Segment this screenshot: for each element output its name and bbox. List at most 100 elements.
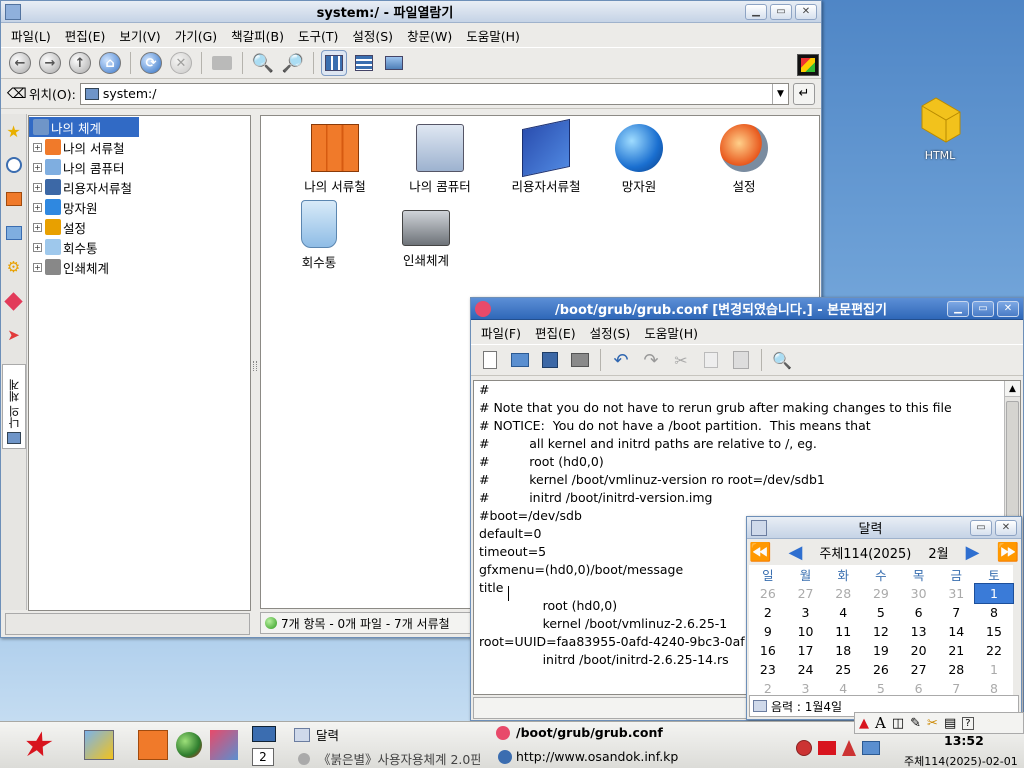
reload-button[interactable]: ⟳	[138, 50, 164, 76]
menu-view[interactable]: 보기(V)	[113, 24, 166, 47]
menu-tools[interactable]: 도구(T)	[292, 24, 344, 47]
month-label[interactable]: 2월	[928, 543, 948, 562]
quicklaunch-folder[interactable]	[138, 730, 168, 760]
input-method-icon[interactable]	[842, 740, 856, 756]
calendar-day[interactable]: 27	[787, 584, 825, 603]
services-tab[interactable]: ⚙	[1, 250, 26, 284]
prev-year-icon[interactable]: ⏪	[749, 542, 771, 563]
menu-go[interactable]: 가기(G)	[169, 24, 223, 47]
expand-toggle[interactable]: +	[33, 242, 42, 252]
year-label[interactable]: 주체114(2025)	[819, 543, 911, 562]
calendar-day[interactable]: 26	[749, 584, 787, 603]
calendar-day[interactable]: 3	[787, 603, 825, 622]
folder-item[interactable]: 리용자서류철	[496, 118, 596, 195]
home-folder-tab[interactable]	[1, 182, 26, 216]
calendar-day[interactable]: 4	[824, 603, 862, 622]
redo-button[interactable]: ↷	[638, 347, 664, 373]
menu-help[interactable]: 도움말(H)	[460, 24, 526, 47]
calendar-day[interactable]: 19	[862, 641, 900, 660]
network-connection-icon[interactable]	[862, 741, 880, 755]
expand-toggle[interactable]: +	[33, 222, 42, 232]
task-browser[interactable]: http://www.osandok.inf.kp	[498, 749, 688, 764]
folder-item[interactable]: 회수통	[269, 200, 369, 271]
maximize-button[interactable]: ▭	[972, 300, 994, 317]
calendar-day[interactable]: 11	[824, 622, 862, 641]
zoom-in-button[interactable]: 🔍	[250, 50, 276, 76]
calendar-day[interactable]: 27	[900, 660, 938, 679]
print-button[interactable]	[567, 347, 593, 373]
maximize-button[interactable]: ▭	[970, 519, 992, 536]
zoom-out-button[interactable]: 🔎	[280, 50, 306, 76]
back-button[interactable]: ←	[7, 50, 33, 76]
no-network-icon[interactable]	[796, 740, 812, 756]
tree-item-my-folder[interactable]: + 나의 서류철	[29, 137, 250, 157]
close-button[interactable]: ✕	[795, 3, 817, 20]
desktop-pager[interactable]: 2	[250, 726, 280, 766]
tree-item-settings[interactable]: + 설정	[29, 217, 250, 237]
location-input[interactable]: system:/ ▼	[79, 82, 789, 105]
clock-date[interactable]: 주체114(2025)-02-01	[904, 753, 1018, 768]
clock-time[interactable]: 13:52	[944, 733, 984, 748]
network-tab[interactable]	[1, 216, 26, 250]
flag-icon[interactable]	[818, 741, 836, 755]
calendar-day[interactable]: 2	[749, 603, 787, 622]
calendar-day[interactable]: 28	[824, 584, 862, 603]
tree-item-user-folder[interactable]: + 리용자서류철	[29, 177, 250, 197]
calendar-day[interactable]: 1	[975, 660, 1013, 679]
copy-button[interactable]	[698, 347, 724, 373]
menu-settings[interactable]: 설정(S)	[346, 24, 399, 47]
print-button[interactable]	[209, 50, 235, 76]
calendar-day[interactable]: 13	[900, 622, 938, 641]
menu-bookmarks[interactable]: 책갈피(B)	[225, 24, 290, 47]
scroll-thumb[interactable]	[1006, 401, 1019, 521]
calendar-titlebar[interactable]: 달력 ▭ ✕	[747, 517, 1021, 539]
ime-tools-icon[interactable]: ✂	[927, 716, 938, 731]
maximize-button[interactable]: ▭	[770, 3, 792, 20]
calendar-day[interactable]: 26	[862, 660, 900, 679]
calendar-day[interactable]: 1	[974, 583, 1014, 604]
task-welcome[interactable]: 《붉은별》사용자용체계 2.0판	[298, 749, 480, 768]
menu-file[interactable]: 파일(L)	[5, 24, 57, 47]
detail-view-button[interactable]	[351, 50, 377, 76]
menu-window[interactable]: 창문(W)	[401, 24, 458, 47]
ime-help-icon[interactable]: ?	[962, 716, 974, 730]
calendar-day[interactable]: 7	[937, 603, 975, 622]
close-button[interactable]: ✕	[997, 300, 1019, 317]
history-tab[interactable]	[1, 148, 26, 182]
ime-hangul-icon[interactable]: ▲	[859, 716, 869, 731]
minimize-button[interactable]: ▁	[947, 300, 969, 317]
paste-button[interactable]	[728, 347, 754, 373]
tree-item-system[interactable]: 나의 체계	[29, 117, 139, 137]
calendar-day[interactable]: 25	[824, 660, 862, 679]
system-tab[interactable]: 나의 체계	[2, 364, 26, 449]
next-year-icon[interactable]: ⏩	[997, 542, 1019, 563]
calendar-day[interactable]: 17	[787, 641, 825, 660]
bookmarks-tab[interactable]: ★	[1, 114, 26, 148]
ime-layout-icon[interactable]: ◫	[892, 716, 904, 731]
desktop-html-folder[interactable]: HTML	[908, 94, 972, 162]
prev-month-icon[interactable]: ◀	[788, 542, 802, 563]
task-calendar[interactable]: 달력	[294, 725, 339, 744]
menu-help[interactable]: 도움말(H)	[638, 321, 704, 344]
splitter-handle[interactable]	[253, 361, 257, 371]
calendar-day[interactable]: 24	[787, 660, 825, 679]
undo-button[interactable]: ↶	[608, 347, 634, 373]
calendar-day[interactable]: 16	[749, 641, 787, 660]
calendar-day[interactable]: 29	[862, 584, 900, 603]
expand-toggle[interactable]: +	[33, 202, 42, 212]
calendar-day[interactable]: 22	[975, 641, 1013, 660]
calendar-day[interactable]: 20	[900, 641, 938, 660]
scroll-up-button[interactable]: ▲	[1005, 381, 1020, 397]
expand-toggle[interactable]: +	[33, 142, 42, 152]
close-button[interactable]: ✕	[995, 519, 1017, 536]
folder-item[interactable]: 인쇄체계	[376, 200, 476, 269]
menu-settings[interactable]: 설정(S)	[584, 321, 637, 344]
folder-item[interactable]: 나의 서류철	[285, 124, 385, 195]
calendar-day[interactable]: 15	[975, 622, 1013, 641]
ime-font-icon[interactable]: A	[875, 714, 886, 732]
open-button[interactable]	[507, 347, 533, 373]
calendar-day[interactable]: 31	[937, 584, 975, 603]
calendar-day[interactable]: 18	[824, 641, 862, 660]
calendar-day[interactable]: 14	[937, 622, 975, 641]
tree-item-trash[interactable]: + 회수통	[29, 237, 250, 257]
